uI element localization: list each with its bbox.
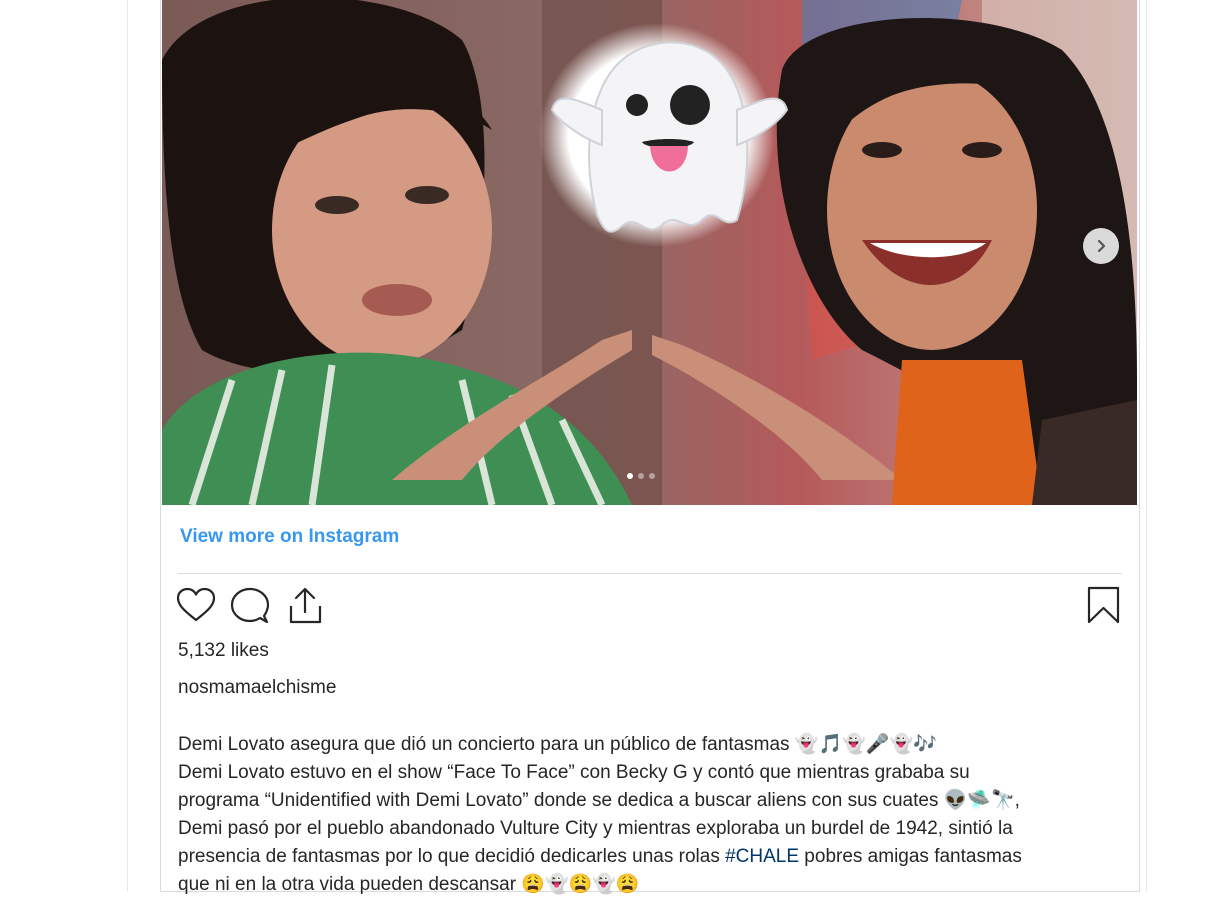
bookmark-icon — [1087, 586, 1120, 624]
post-photo-illustration — [162, 0, 1137, 505]
caption-text: presencia de fantasmas por lo que decidi… — [178, 846, 726, 867]
caption-line: presencia de fantasmas por lo que decidi… — [178, 843, 1128, 871]
share-button[interactable] — [286, 586, 326, 626]
username[interactable]: nosmamaelchisme — [178, 677, 336, 699]
carousel-dot — [627, 473, 633, 479]
view-more-link[interactable]: View more on Instagram — [180, 526, 399, 548]
share-icon — [289, 587, 322, 624]
caption-line: Demi pasó por el pueblo abandonado Vultu… — [178, 818, 1013, 839]
post-photo[interactable] — [162, 0, 1137, 505]
comment-icon — [230, 587, 270, 624]
divider — [178, 573, 1122, 574]
carousel-dot — [638, 473, 644, 479]
caption-text: pobres amigas fantasmas — [799, 846, 1022, 867]
caption-line: Demi Lovato asegura que dió un concierto… — [178, 734, 937, 755]
carousel-dot — [649, 473, 655, 479]
heart-icon — [176, 587, 216, 622]
chevron-right-icon — [1097, 239, 1106, 253]
like-button[interactable] — [176, 586, 216, 626]
caption-line: Demi Lovato estuvo en el show “Face To F… — [178, 762, 970, 783]
save-button[interactable] — [1085, 586, 1125, 626]
caption-line: programa “Unidentified with Demi Lovato”… — [178, 790, 1020, 811]
hashtag-link[interactable]: #CHALE — [725, 846, 799, 867]
carousel-indicator — [627, 473, 655, 479]
next-slide-button[interactable] — [1083, 228, 1119, 264]
comment-button[interactable] — [230, 586, 270, 626]
likes-count[interactable]: 5,132 likes — [178, 640, 269, 662]
post-caption: Demi Lovato asegura que dió un concierto… — [178, 731, 1128, 899]
caption-line: que ni en la otra vida pueden descansar … — [178, 874, 640, 895]
